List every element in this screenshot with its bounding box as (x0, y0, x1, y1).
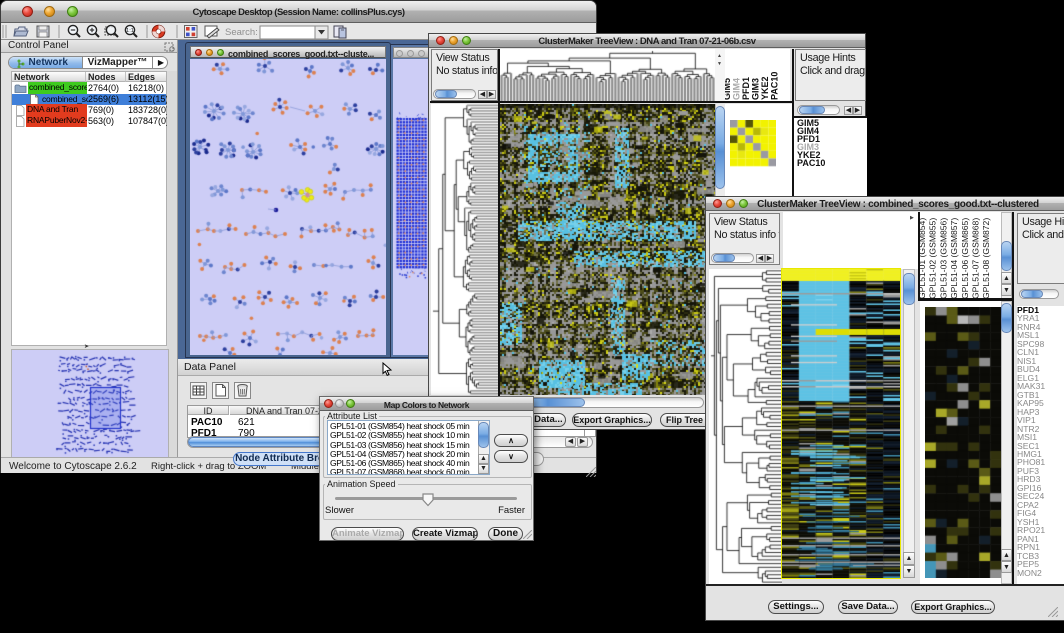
svg-text:GPL51-02 (GSM855): GPL51-02 (GSM855) (928, 218, 938, 299)
svg-text:YKE2: YKE2 (760, 76, 770, 100)
svg-text:PAC10: PAC10 (770, 72, 780, 100)
svg-text:GPL51-03 (GSM856): GPL51-03 (GSM856) (938, 218, 948, 299)
svg-text:PFD1: PFD1 (741, 77, 751, 100)
svg-text:GPL51-08 (GSM872): GPL51-08 (GSM872) (981, 218, 991, 299)
svg-text:1:1: 1:1 (126, 28, 134, 34)
svg-text:GIM4: GIM4 (732, 78, 742, 100)
svg-text:GPL51-04 (GSM857): GPL51-04 (GSM857) (949, 218, 959, 299)
svg-text:GPL51-01 (GSM854): GPL51-01 (GSM854) (920, 218, 927, 299)
svg-text:GPL51-07 (GSM868): GPL51-07 (GSM868) (971, 218, 981, 299)
svg-text:GPL51-06 (GSM865): GPL51-06 (GSM865) (960, 218, 970, 299)
svg-text:Search:: Search: (225, 27, 258, 38)
svg-text:GIM3: GIM3 (751, 78, 761, 100)
